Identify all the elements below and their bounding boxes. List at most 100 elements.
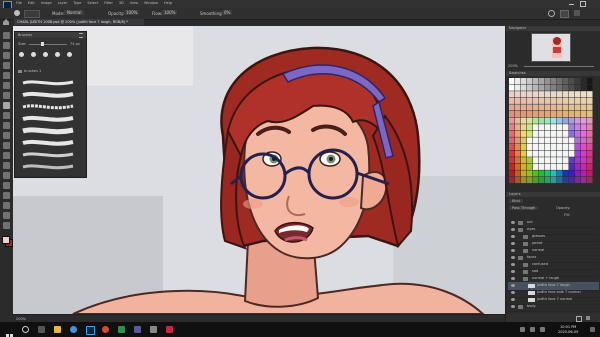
color-swatch[interactable]	[533, 137, 539, 144]
color-swatch[interactable]	[527, 104, 533, 111]
color-swatch[interactable]	[563, 157, 569, 164]
menu-item-filter[interactable]: Filter	[104, 1, 113, 5]
color-swatch[interactable]	[527, 84, 533, 91]
color-swatch[interactable]	[551, 111, 557, 118]
foreground-color-swatch[interactable]	[2, 236, 10, 244]
color-swatch[interactable]	[527, 177, 533, 184]
color-swatch[interactable]	[515, 163, 521, 170]
color-swatch[interactable]	[575, 130, 581, 137]
color-swatch[interactable]	[569, 111, 575, 118]
browser-icon[interactable]	[70, 326, 77, 333]
color-swatch[interactable]	[557, 150, 563, 157]
visibility-eye-icon[interactable]	[511, 298, 515, 301]
color-swatch[interactable]	[551, 130, 557, 137]
color-swatch[interactable]	[569, 124, 575, 131]
color-swatch[interactable]	[581, 91, 587, 98]
color-swatch[interactable]	[575, 150, 581, 157]
app-icon[interactable]	[134, 326, 141, 333]
color-swatch[interactable]	[539, 84, 545, 91]
color-swatch[interactable]	[551, 104, 557, 111]
color-swatch[interactable]	[551, 124, 557, 131]
share-icon[interactable]	[574, 10, 580, 16]
tray-battery-icon[interactable]	[540, 327, 545, 332]
color-swatch[interactable]	[545, 97, 551, 104]
color-swatch[interactable]	[533, 150, 539, 157]
color-swatch[interactable]	[563, 124, 569, 131]
color-swatch[interactable]	[563, 144, 569, 151]
color-swatch[interactable]	[569, 157, 575, 164]
color-swatch[interactable]	[545, 157, 551, 164]
color-swatch[interactable]	[533, 157, 539, 164]
color-swatch[interactable]	[575, 157, 581, 164]
color-swatch[interactable]	[581, 84, 587, 91]
eyedropper-tool-icon[interactable]	[3, 82, 10, 89]
color-swatch[interactable]	[557, 163, 563, 170]
color-swatch[interactable]	[509, 124, 515, 131]
color-swatch[interactable]	[539, 157, 545, 164]
color-swatch[interactable]	[557, 111, 563, 118]
color-swatch[interactable]	[551, 157, 557, 164]
app-icon[interactable]	[166, 326, 173, 333]
workspace-icon[interactable]	[560, 10, 569, 18]
visibility-eye-icon[interactable]	[511, 291, 515, 294]
taskbar-time[interactable]: 10:01 PM	[560, 325, 576, 329]
color-swatch[interactable]	[587, 78, 593, 85]
color-swatch[interactable]	[551, 170, 557, 177]
color-swatch[interactable]	[551, 117, 557, 124]
color-swatch[interactable]	[557, 117, 563, 124]
color-swatch[interactable]	[581, 97, 587, 104]
color-swatch[interactable]	[533, 78, 539, 85]
color-swatch[interactable]	[563, 84, 569, 91]
color-swatch[interactable]	[575, 97, 581, 104]
color-swatch[interactable]	[521, 137, 527, 144]
color-swatch[interactable]	[557, 91, 563, 98]
color-swatch[interactable]	[521, 84, 527, 91]
color-swatch[interactable]	[569, 84, 575, 91]
color-swatch[interactable]	[563, 170, 569, 177]
lasso-tool-icon[interactable]	[3, 52, 10, 59]
menu-item-3d[interactable]: 3D	[119, 1, 124, 5]
history-brush-tool-icon[interactable]	[3, 122, 10, 129]
color-swatch[interactable]	[569, 78, 575, 85]
color-swatch[interactable]	[545, 104, 551, 111]
color-swatch[interactable]	[527, 97, 533, 104]
color-swatch[interactable]	[545, 84, 551, 91]
color-swatch[interactable]	[563, 177, 569, 184]
color-swatch[interactable]	[521, 124, 527, 131]
tray-network-icon[interactable]	[520, 327, 525, 332]
color-swatch[interactable]	[509, 111, 515, 118]
color-swatch[interactable]	[539, 150, 545, 157]
color-swatch[interactable]	[527, 124, 533, 131]
color-swatch[interactable]	[545, 130, 551, 137]
color-swatch[interactable]	[515, 117, 521, 124]
menu-item-type[interactable]: Type	[73, 1, 81, 5]
menu-item-view[interactable]: View	[130, 1, 138, 5]
color-swatch[interactable]	[551, 144, 557, 151]
color-swatch[interactable]	[527, 137, 533, 144]
color-swatch[interactable]	[539, 163, 545, 170]
color-swatch[interactable]	[509, 157, 515, 164]
visibility-eye-icon[interactable]	[511, 221, 515, 224]
color-swatch[interactable]	[521, 177, 527, 184]
color-swatch[interactable]	[575, 170, 581, 177]
color-swatch[interactable]	[533, 177, 539, 184]
dodge-tool-icon[interactable]	[3, 162, 10, 169]
color-swatch[interactable]	[581, 137, 587, 144]
flow-input[interactable]: 100%	[162, 10, 178, 15]
hand-tool-icon[interactable]	[3, 212, 10, 219]
color-swatch[interactable]	[551, 163, 557, 170]
blend-mode-select[interactable]: Pass Through	[509, 206, 539, 210]
visibility-eye-icon[interactable]	[511, 277, 515, 280]
color-swatch[interactable]	[539, 104, 545, 111]
color-swatch[interactable]	[563, 117, 569, 124]
color-swatch[interactable]	[533, 84, 539, 91]
color-swatch[interactable]	[569, 117, 575, 124]
color-swatch[interactable]	[509, 177, 515, 184]
color-swatch[interactable]	[545, 124, 551, 131]
color-swatch[interactable]	[551, 150, 557, 157]
color-swatch[interactable]	[569, 130, 575, 137]
visibility-eye-icon[interactable]	[511, 249, 515, 252]
blur-tool-icon[interactable]	[3, 152, 10, 159]
color-swatch[interactable]	[545, 163, 551, 170]
color-swatch[interactable]	[509, 78, 515, 85]
